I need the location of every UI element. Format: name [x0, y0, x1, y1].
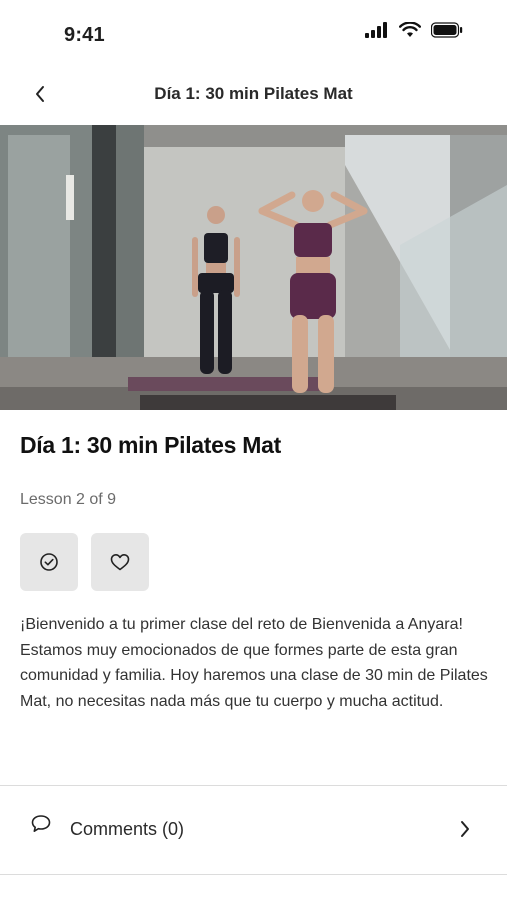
mark-complete-button[interactable] [20, 533, 78, 591]
favorite-button[interactable] [91, 533, 149, 591]
lesson-progress: Lesson 2 of 9 [20, 491, 117, 508]
divider [0, 874, 507, 875]
chat-bubble-icon [31, 815, 51, 832]
status-bar: 9:41 [0, 0, 507, 64]
chevron-right-icon [461, 821, 469, 837]
heart-icon [110, 554, 130, 571]
comments-label: Comments (0) [70, 819, 185, 839]
description-paragraph: ¡Bienvenido a tu primer clase del reto d… [20, 616, 463, 633]
divider [0, 785, 507, 786]
video-player[interactable] [0, 125, 507, 410]
comments-row[interactable]: Comments (0) [0, 787, 507, 873]
battery-icon [431, 22, 463, 38]
status-icons [365, 22, 463, 38]
wifi-icon [399, 22, 421, 37]
check-circle-icon [40, 553, 58, 571]
navigation-bar: Día 1: 30 min Pilates Mat [0, 64, 507, 124]
lesson-description: ¡Bienvenido a tu primer clase del reto d… [20, 612, 492, 714]
signal-icon [365, 22, 387, 38]
status-time: 9:41 [64, 24, 105, 46]
description-paragraph: Estamos muy emocionados de que formes pa… [20, 641, 488, 710]
lesson-title: Día 1: 30 min Pilates Mat [20, 432, 281, 458]
video-thumbnail [0, 125, 507, 410]
nav-title: Día 1: 30 min Pilates Mat [154, 84, 353, 103]
